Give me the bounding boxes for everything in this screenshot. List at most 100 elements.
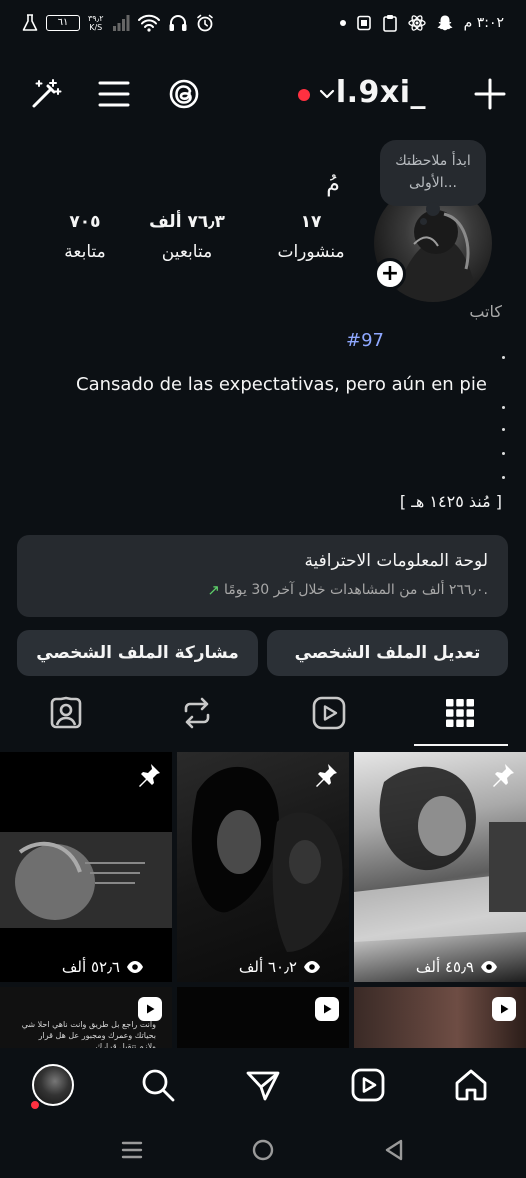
pinned-icon (316, 764, 337, 787)
pinned-icon (493, 764, 514, 787)
profile-tabs (0, 690, 526, 748)
play-icon (324, 1004, 332, 1014)
stat-followers-value: ٧٦٫٣ ألف (149, 212, 225, 232)
trend-up-icon: ↗ (207, 581, 220, 599)
edit-profile-button[interactable]: تعديل الملف الشخصي (267, 630, 508, 676)
paper-plane-icon (246, 1071, 280, 1101)
headphones-icon (169, 15, 186, 31)
reel-badge (492, 997, 516, 1021)
flask-icon (22, 14, 38, 31)
post-views-count: ٥٢٫٦ ألف (61, 958, 120, 976)
professional-dashboard[interactable]: لوحة المعلومات الاحترافية ↗ ٢٦٦٫٠ ألف من… (17, 535, 508, 617)
create-button[interactable] (468, 72, 512, 116)
add-story-button[interactable]: + (374, 258, 406, 290)
reels-tab[interactable] (289, 690, 369, 736)
grid-post[interactable]: ٦٠٫٢ ألف (177, 752, 349, 982)
profile-name: مُ (326, 172, 340, 197)
back-button[interactable] (372, 1128, 416, 1172)
search-tab[interactable] (133, 1060, 183, 1110)
add-story-plus-icon: + (380, 261, 400, 286)
react-icon (407, 15, 426, 31)
play-icon (501, 1004, 509, 1014)
home-tab[interactable] (446, 1060, 496, 1110)
status-bar: ٦١ ٣٩٫٢ K/S ٣:٠٢ م (0, 0, 526, 52)
profile-username[interactable]: l.9xi_ (336, 75, 426, 110)
reel-badge (315, 997, 339, 1021)
profile-tab[interactable] (28, 1060, 78, 1110)
status-time: ٣:٠٢ م (463, 15, 504, 31)
grid-post[interactable]: ٤٥٫٩ ألف (354, 752, 526, 982)
post-views: ٤٥٫٩ ألف (416, 958, 498, 976)
bio-dot (502, 428, 505, 431)
bio-since: [ مُنذ ١٤٢٥ هـ ] (399, 492, 502, 511)
post-views: ٥٢٫٦ ألف (62, 958, 144, 976)
wifi-icon (137, 14, 160, 32)
stat-posts-value: ١٧ (300, 212, 322, 232)
eye-icon (127, 961, 143, 973)
stat-posts[interactable]: ١٧ منشورات (256, 210, 366, 266)
stat-followers[interactable]: ٧٦٫٣ ألف متابعين (132, 210, 242, 266)
bio-dot (502, 476, 505, 479)
note-bubble[interactable]: ابدأ ملاحظتك الأولى... (380, 140, 486, 206)
grid-post[interactable] (177, 987, 349, 1048)
circle-home-icon (252, 1139, 274, 1161)
live-indicator (298, 89, 310, 101)
grid-post[interactable] (354, 987, 526, 1048)
note-text: ابدأ ملاحظتك الأولى... (395, 153, 471, 191)
grid-icon (446, 699, 474, 727)
bio-dot (502, 452, 505, 455)
alarm-icon (196, 14, 213, 32)
profile-notification-dot (30, 1100, 40, 1110)
reposts-tab[interactable] (157, 690, 237, 736)
sim-icon (356, 15, 371, 31)
threads-button[interactable] (162, 72, 206, 116)
recents-icon (121, 1141, 143, 1159)
back-icon (385, 1139, 403, 1161)
reels-icon (351, 1068, 385, 1102)
system-nav (0, 1122, 526, 1178)
magic-wand-icon (32, 79, 62, 108)
pinned-icon (139, 764, 160, 787)
home-button[interactable] (241, 1128, 285, 1172)
status-bar-right: ٣:٠٢ م (339, 14, 504, 32)
recents-button[interactable] (110, 1128, 154, 1172)
reel-badge (138, 997, 162, 1021)
reels-nav-tab[interactable] (343, 1060, 393, 1110)
menu-button[interactable] (92, 72, 136, 116)
post-views-count: ٦٠٫٢ ألف (238, 958, 297, 976)
grid-tab[interactable] (420, 690, 500, 736)
active-tab-indicator (414, 744, 508, 746)
stat-following-value: ٧٠٥ (69, 212, 101, 232)
notification-dot-icon (339, 20, 346, 26)
dashboard-title: لوحة المعلومات الاحترافية (304, 551, 488, 571)
net-speed: ٣٩٫٢ K/S (88, 14, 104, 32)
note-bubble-tail (426, 202, 440, 216)
stat-following-label: متابعة (64, 242, 106, 262)
dashboard-subtitle-row: ↗ ٢٦٦٫٠ ألف من المشاهدات خلال آخر 30 يوم… (207, 581, 488, 599)
stat-following[interactable]: ٧٠٥ متابعة (30, 210, 140, 266)
post-views-count: ٤٥٫٩ ألف (415, 958, 474, 976)
bio-dot (502, 406, 505, 409)
clipboard-icon (382, 15, 397, 32)
bio-dot (502, 356, 505, 359)
threads-icon (169, 79, 199, 109)
stat-followers-label: متابعين (161, 242, 213, 262)
eye-icon (481, 961, 497, 973)
status-bar-left: ٦١ ٣٩٫٢ K/S (22, 14, 214, 32)
tagged-tab[interactable] (26, 690, 106, 736)
eye-icon (304, 961, 320, 973)
profile-tab-avatar (32, 1064, 74, 1106)
tagged-icon (50, 696, 82, 729)
bio-hashtag[interactable]: #97 (346, 330, 384, 351)
grid-post[interactable]: ٥٢٫٦ ألف (0, 752, 172, 982)
grid-post[interactable]: وانت راجع بل طريق وانت ناهي احلا شي بحيا… (0, 987, 172, 1048)
dashboard-subtitle: ٢٦٦٫٠ ألف من المشاهدات خلال آخر 30 يومًا… (223, 582, 488, 598)
magic-wand-button[interactable] (24, 72, 68, 116)
share-profile-button[interactable]: مشاركة الملف الشخصي (17, 630, 258, 676)
post-views: ٦٠٫٢ ألف (239, 958, 321, 976)
net-speed-unit: K/S (89, 23, 103, 32)
net-speed-value: ٣٩٫٢ (88, 14, 104, 23)
messages-tab[interactable] (238, 1060, 288, 1110)
plus-icon (474, 78, 506, 110)
play-icon (147, 1004, 155, 1014)
